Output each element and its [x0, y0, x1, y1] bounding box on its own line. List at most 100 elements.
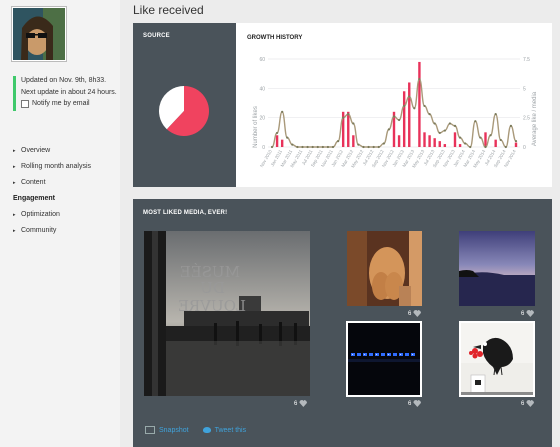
average-point[interactable] — [316, 145, 319, 149]
nav-content[interactable]: ▸ Content — [13, 175, 91, 191]
right-tick-label: 2.5 — [523, 116, 530, 122]
nav-label: Content — [21, 179, 46, 186]
likes-bar[interactable] — [514, 142, 518, 147]
average-point[interactable] — [474, 120, 477, 123]
average-point[interactable] — [418, 77, 421, 81]
average-point[interactable] — [464, 142, 467, 145]
tweet-link[interactable]: Tweet this — [202, 426, 246, 434]
average-point[interactable] — [306, 145, 309, 149]
average-point[interactable] — [438, 131, 441, 135]
average-point[interactable] — [509, 124, 513, 127]
average-point[interactable] — [296, 145, 299, 149]
heart-icon[interactable] — [413, 310, 422, 317]
average-point[interactable] — [270, 145, 274, 149]
average-point[interactable] — [357, 143, 360, 146]
average-point[interactable] — [291, 143, 294, 146]
likes-bar[interactable] — [275, 135, 279, 147]
average-point[interactable] — [377, 145, 380, 149]
average-point[interactable] — [413, 107, 416, 110]
nav-engagement[interactable]: Engagement — [13, 191, 91, 207]
media-item-night[interactable] — [346, 321, 422, 397]
like-count: 6 — [521, 400, 535, 407]
average-point[interactable] — [362, 145, 365, 149]
average-point[interactable] — [281, 110, 284, 113]
average-point[interactable] — [479, 136, 482, 139]
average-point[interactable] — [336, 140, 340, 143]
average-point[interactable] — [326, 145, 330, 149]
media-item-sea[interactable] — [459, 231, 535, 306]
average-point[interactable] — [443, 129, 446, 132]
nav-community[interactable]: ▸ Community — [13, 223, 91, 239]
likes-bar[interactable] — [397, 135, 401, 147]
likes-bar[interactable] — [453, 132, 457, 147]
average-point[interactable] — [321, 145, 324, 149]
likes-bar[interactable] — [423, 132, 426, 147]
average-point[interactable] — [408, 95, 411, 98]
average-point[interactable] — [469, 145, 472, 149]
photo-text-2: DU — [200, 279, 225, 297]
likes-bar[interactable] — [458, 144, 462, 147]
average-point[interactable] — [453, 124, 457, 127]
nav-label: Rolling month analysis — [21, 163, 92, 170]
average-point[interactable] — [484, 145, 487, 149]
average-point[interactable] — [347, 113, 350, 116]
media-item-louvre[interactable]: MUSÉE DU LOUVRE — [144, 231, 310, 396]
average-point[interactable] — [275, 131, 279, 135]
average-point[interactable] — [514, 140, 518, 143]
average-point[interactable] — [311, 145, 314, 149]
average-point[interactable] — [448, 122, 452, 125]
average-point[interactable] — [458, 136, 462, 139]
average-point[interactable] — [504, 145, 507, 149]
sidebar-nav: ▸ Overview ▸ Rolling month analysis ▸ Conte… — [13, 143, 91, 239]
average-point[interactable] — [367, 145, 370, 149]
heart-icon[interactable] — [526, 310, 535, 317]
average-point[interactable] — [403, 104, 406, 108]
average-point[interactable] — [494, 113, 497, 116]
likes-bar[interactable] — [347, 111, 350, 147]
average-point[interactable] — [433, 122, 436, 125]
nav-label: Community — [21, 227, 57, 234]
likes-bar[interactable] — [433, 138, 436, 147]
media-item-bird[interactable] — [459, 321, 535, 397]
likes-bar[interactable] — [280, 139, 284, 147]
average-point[interactable] — [392, 115, 396, 118]
likes-bar[interactable] — [443, 144, 447, 147]
like-count-value: 6 — [521, 400, 525, 407]
likes-bar[interactable] — [484, 132, 487, 147]
average-point[interactable] — [382, 142, 385, 145]
average-point[interactable] — [428, 113, 431, 116]
media-item-statue[interactable] — [347, 231, 422, 306]
nav-optimization[interactable]: ▸ Optimization — [13, 207, 91, 223]
heart-icon[interactable] — [299, 400, 308, 407]
notify-option[interactable]: Notify me by email — [21, 99, 121, 108]
average-point[interactable] — [397, 118, 401, 122]
snapshot-link[interactable]: Snapshot — [145, 426, 189, 434]
average-point[interactable] — [372, 145, 375, 149]
average-point[interactable] — [286, 136, 289, 139]
average-point[interactable] — [352, 122, 355, 125]
likes-bar[interactable] — [418, 61, 421, 147]
avatar[interactable] — [12, 7, 66, 61]
average-point[interactable] — [423, 104, 426, 108]
heart-icon[interactable] — [413, 400, 422, 407]
updated-text: Updated on Nov. 9th, 8h33. — [21, 77, 107, 84]
likes-bar[interactable] — [494, 139, 497, 147]
avatar-picture — [13, 8, 65, 60]
nav-rolling-month[interactable]: ▸ Rolling month analysis — [13, 159, 91, 175]
notify-checkbox[interactable] — [21, 99, 29, 108]
average-point[interactable] — [342, 116, 345, 119]
average-point[interactable] — [387, 128, 391, 131]
likes-bar[interactable] — [428, 135, 431, 147]
heart-icon[interactable] — [526, 400, 535, 407]
likes-bar[interactable] — [408, 82, 411, 147]
average-point[interactable] — [301, 145, 304, 149]
likes-bar[interactable] — [438, 141, 441, 147]
average-point[interactable] — [489, 134, 492, 137]
likes-bar[interactable] — [352, 135, 355, 147]
average-point[interactable] — [499, 138, 502, 142]
left-tick-label: 60 — [259, 57, 265, 63]
nav-overview[interactable]: ▸ Overview — [13, 143, 91, 159]
average-point[interactable] — [331, 145, 335, 149]
nav-label: Engagement — [13, 195, 56, 202]
likes-bar[interactable] — [402, 91, 406, 147]
